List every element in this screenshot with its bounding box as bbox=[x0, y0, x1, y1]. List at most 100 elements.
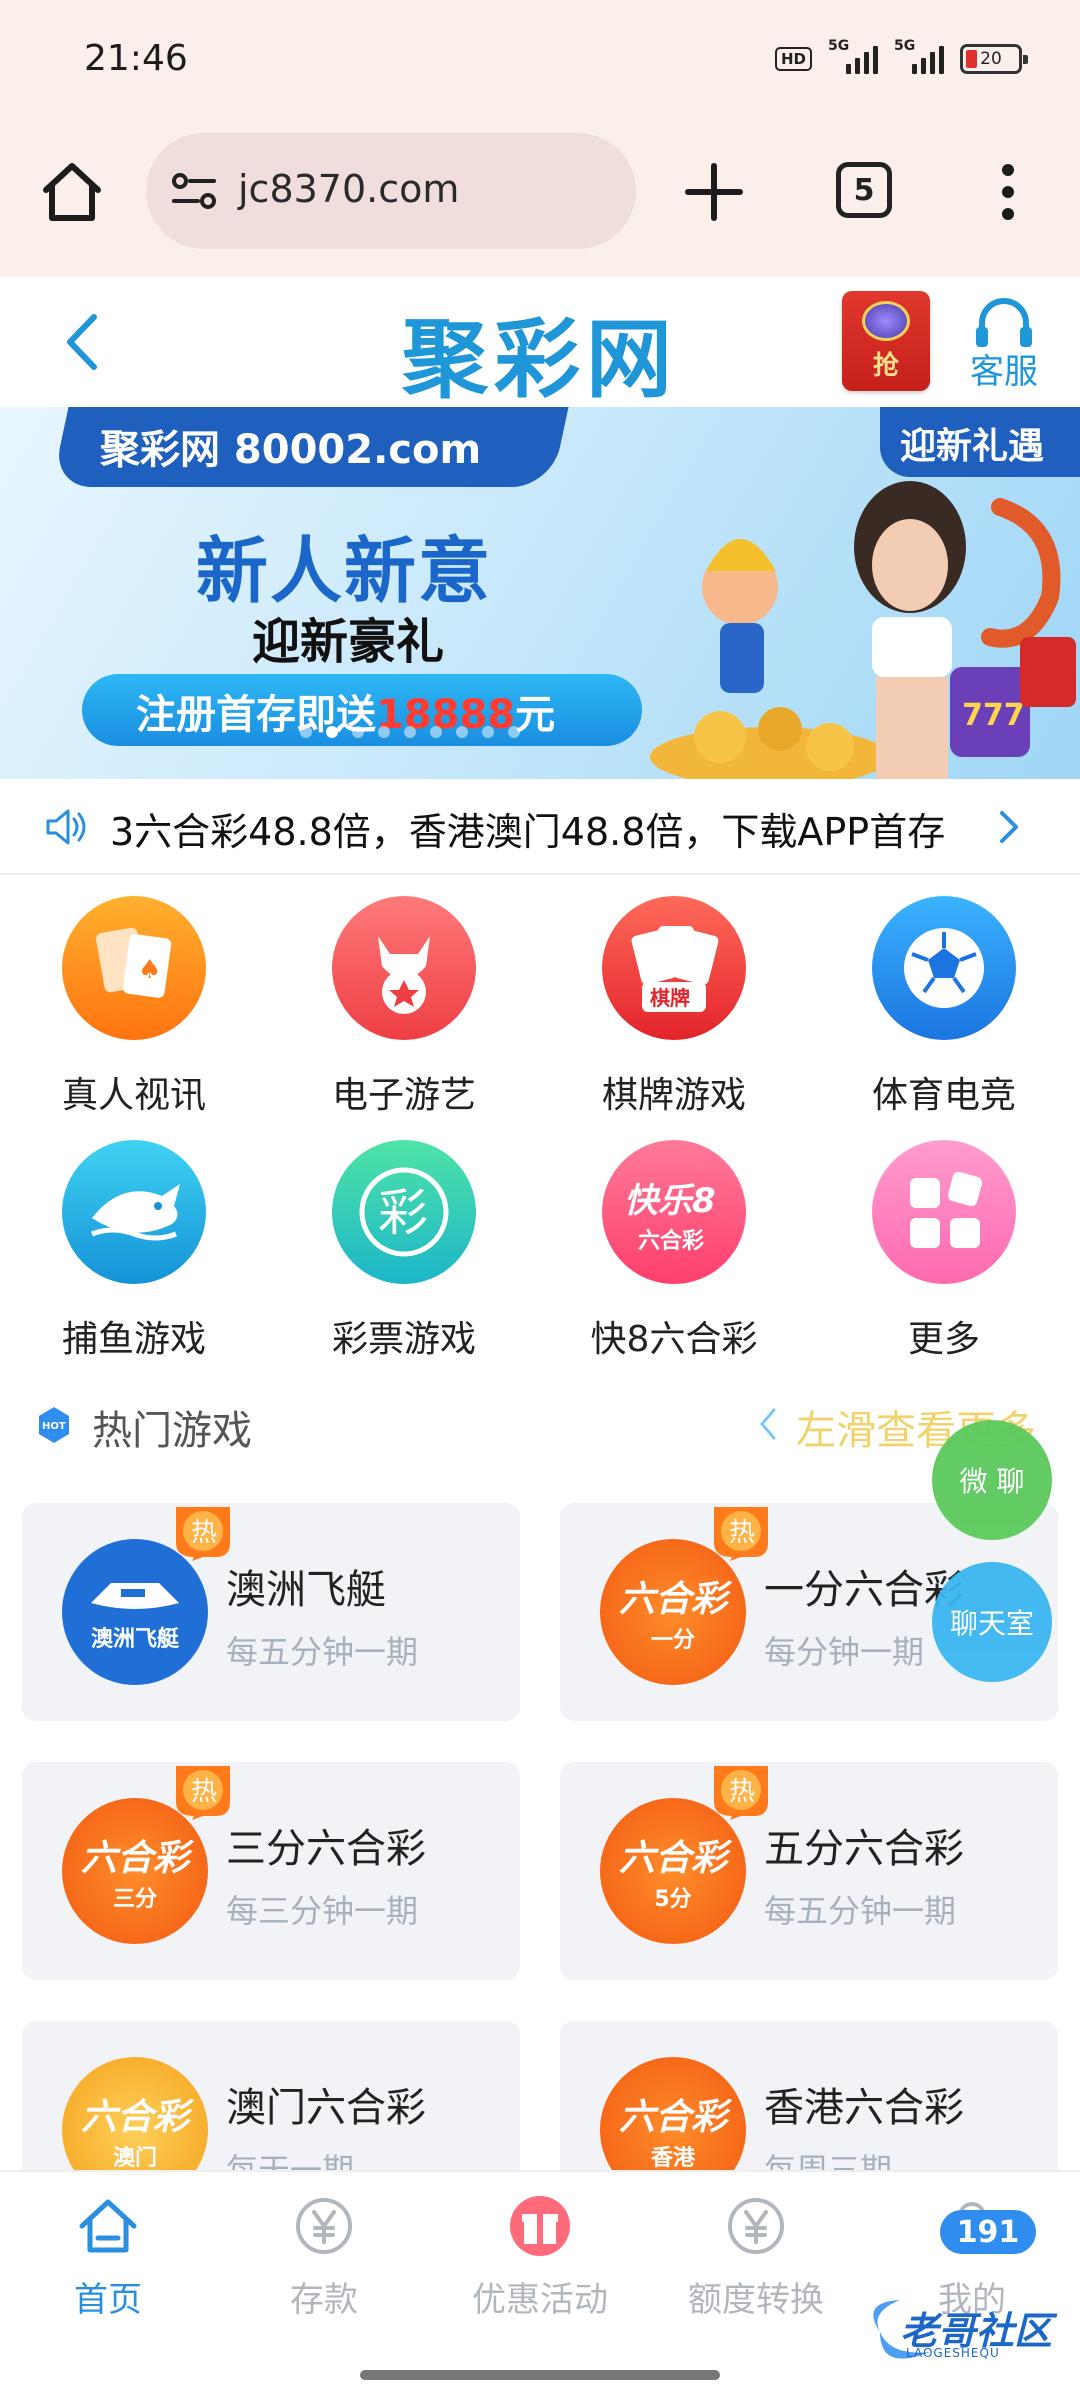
hot-tag-icon: 热 bbox=[176, 1507, 230, 1561]
svg-text:热: 热 bbox=[729, 1777, 755, 1807]
customer-service-button[interactable]: 客服 bbox=[954, 293, 1054, 393]
category-fishing[interactable]: 捕鱼游戏 bbox=[34, 1132, 234, 1360]
category-label: 快8六合彩 bbox=[590, 1319, 758, 1360]
svg-text:棋牌: 棋牌 bbox=[650, 986, 690, 1010]
tab-switcher-button[interactable]: 5 bbox=[836, 162, 892, 218]
svg-text:热: 热 bbox=[729, 1518, 755, 1548]
hot-games-header: HOT 热门游戏 左滑查看更多 bbox=[0, 1390, 1080, 1460]
lottery-cai-icon: 彩 bbox=[332, 1140, 476, 1284]
game-card-wufen-liuhecai[interactable]: 六合彩 5分 热 五分六合彩 每五分钟一期 bbox=[560, 1762, 1058, 1980]
game-name: 五分六合彩 bbox=[764, 1826, 964, 1872]
plus-icon[interactable] bbox=[682, 160, 746, 224]
nav-label: 额度转换 bbox=[688, 2280, 824, 2320]
battery-icon: 20 bbox=[960, 44, 1028, 74]
customer-service-label: 客服 bbox=[970, 352, 1038, 392]
game-categories: ♠ 真人视讯 电子游艺 棋牌 棋牌游戏 体育电竞 捕鱼游戏 彩 彩票游戏 快乐8… bbox=[0, 880, 1080, 1370]
nav-label: 优惠活动 bbox=[472, 2280, 608, 2320]
banner-dot[interactable] bbox=[508, 726, 520, 738]
devil-mask-icon bbox=[332, 896, 476, 1040]
banner-dot[interactable] bbox=[378, 726, 390, 738]
marquee-text: 3六合彩48.8倍，香港澳门48.8倍，下载APP首存 bbox=[110, 810, 946, 854]
speaker-icon bbox=[46, 809, 86, 845]
category-label: 体育电竞 bbox=[871, 1075, 1016, 1116]
signal-5g-icon: 5G bbox=[828, 38, 878, 74]
more-grid-icon bbox=[872, 1140, 1016, 1284]
banner-domain: 聚彩网 80002.com bbox=[100, 427, 482, 473]
game-desc: 每五分钟一期 bbox=[764, 1892, 957, 1930]
status-time: 21:46 bbox=[84, 38, 188, 79]
hot-games-title: 热门游戏 bbox=[92, 1408, 252, 1454]
category-label: 捕鱼游戏 bbox=[61, 1319, 206, 1360]
svg-text:热: 热 bbox=[191, 1777, 217, 1807]
svg-text:热: 热 bbox=[191, 1518, 217, 1548]
category-label: 真人视讯 bbox=[61, 1075, 206, 1116]
url-text: jc8370.com bbox=[238, 167, 460, 211]
banner-pagination bbox=[300, 726, 520, 738]
game-card-aozhou-feiting[interactable]: 澳洲飞艇 热 澳洲飞艇 每五分钟一期 bbox=[22, 1503, 520, 1721]
more-vert-icon[interactable] bbox=[992, 160, 1024, 224]
weiliao-float-button[interactable]: 微 聊 bbox=[932, 1420, 1052, 1540]
banner-dot[interactable] bbox=[300, 726, 312, 738]
svg-text:六合彩: 六合彩 bbox=[638, 1228, 704, 1254]
prize-coin-icon bbox=[862, 300, 910, 341]
category-label: 更多 bbox=[907, 1319, 980, 1360]
category-chess-card[interactable]: 棋牌 棋牌游戏 bbox=[574, 888, 774, 1116]
browser-chrome: 21:46 HD 5G 5G 20 jc8370.com 5 bbox=[0, 0, 1080, 277]
svg-text:♠: ♠ bbox=[138, 955, 161, 985]
category-label: 棋牌游戏 bbox=[601, 1075, 746, 1116]
banner-dot[interactable] bbox=[404, 726, 416, 738]
hot-tag-icon: 热 bbox=[714, 1766, 768, 1820]
app-header: 聚彩网 抢 客服 bbox=[0, 277, 1080, 410]
home-icon bbox=[79, 2199, 137, 2253]
category-kuaile8[interactable]: 快乐8 六合彩 快8六合彩 bbox=[574, 1132, 774, 1360]
banner-dot-active[interactable] bbox=[326, 726, 338, 738]
svg-text:彩: 彩 bbox=[378, 1184, 428, 1242]
svg-text:HOT: HOT bbox=[42, 1421, 66, 1432]
chatroom-float-button[interactable]: 聊天室 bbox=[932, 1562, 1052, 1682]
category-more[interactable]: 更多 bbox=[844, 1132, 1044, 1360]
nav-home[interactable]: 首页 bbox=[0, 2172, 216, 2322]
url-bar[interactable]: jc8370.com bbox=[146, 133, 636, 249]
game-name: 澳门六合彩 bbox=[226, 2085, 426, 2131]
red-packet-button[interactable]: 抢 bbox=[842, 291, 930, 391]
banner-tag: 迎新礼遇 bbox=[900, 426, 1045, 467]
category-electronic[interactable]: 电子游艺 bbox=[304, 888, 504, 1116]
game-desc: 每分钟一期 bbox=[764, 1633, 925, 1671]
category-lottery[interactable]: 彩 彩票游戏 bbox=[304, 1132, 504, 1360]
category-label: 彩票游戏 bbox=[331, 1319, 476, 1360]
soccer-ball-icon bbox=[872, 896, 1016, 1040]
banner-dot[interactable] bbox=[430, 726, 442, 738]
yen-coin-icon bbox=[296, 2198, 352, 2254]
nav-transfer[interactable]: 额度转换 bbox=[648, 2172, 864, 2322]
nav-promotions[interactable]: 优惠活动 bbox=[432, 2172, 648, 2322]
hot-tag-icon: 热 bbox=[714, 1507, 768, 1561]
chevron-right-icon[interactable] bbox=[998, 807, 1022, 847]
banner-dot[interactable] bbox=[482, 726, 494, 738]
banner-subheadline: 迎新豪礼 bbox=[252, 614, 445, 670]
category-live-video[interactable]: ♠ 真人视讯 bbox=[34, 888, 234, 1116]
kuaile8-icon: 快乐8 六合彩 bbox=[602, 1140, 746, 1284]
game-card-sanfen-liuhecai[interactable]: 六合彩 三分 热 三分六合彩 每三分钟一期 bbox=[22, 1762, 520, 1980]
chevron-left-icon bbox=[760, 1408, 776, 1440]
banner-dot[interactable] bbox=[352, 726, 364, 738]
home-icon[interactable] bbox=[38, 158, 106, 226]
game-desc: 每五分钟一期 bbox=[226, 1633, 419, 1671]
game-name: 三分六合彩 bbox=[226, 1826, 426, 1872]
nav-label: 首页 bbox=[74, 2280, 142, 2320]
watermark-subtext: LAOGESHEQU bbox=[906, 2346, 1000, 2360]
gesture-home-indicator[interactable] bbox=[360, 2370, 720, 2380]
category-sports[interactable]: 体育电竞 bbox=[844, 888, 1044, 1116]
poker-cards-icon: 棋牌 bbox=[602, 896, 746, 1040]
site-settings-icon[interactable] bbox=[170, 171, 218, 211]
category-label: 电子游艺 bbox=[331, 1075, 476, 1116]
announcement-marquee[interactable]: 3六合彩48.8倍，香港澳门48.8倍，下载APP首存 bbox=[0, 779, 1080, 875]
banner-illustration: 777 bbox=[650, 481, 1076, 779]
game-desc: 每三分钟一期 bbox=[226, 1892, 419, 1930]
nav-deposit[interactable]: 存款 bbox=[216, 2172, 432, 2322]
game-name: 澳洲飞艇 bbox=[226, 1567, 386, 1613]
promo-banner[interactable]: 聚彩网 80002.com 迎新礼遇 新人新意 迎新豪礼 注册首存即送18888… bbox=[0, 407, 1080, 779]
banner-dot[interactable] bbox=[456, 726, 468, 738]
svg-text:快乐8: 快乐8 bbox=[624, 1181, 716, 1221]
game-name: 香港六合彩 bbox=[764, 2085, 964, 2131]
hot-tag-icon: 热 bbox=[176, 1766, 230, 1820]
